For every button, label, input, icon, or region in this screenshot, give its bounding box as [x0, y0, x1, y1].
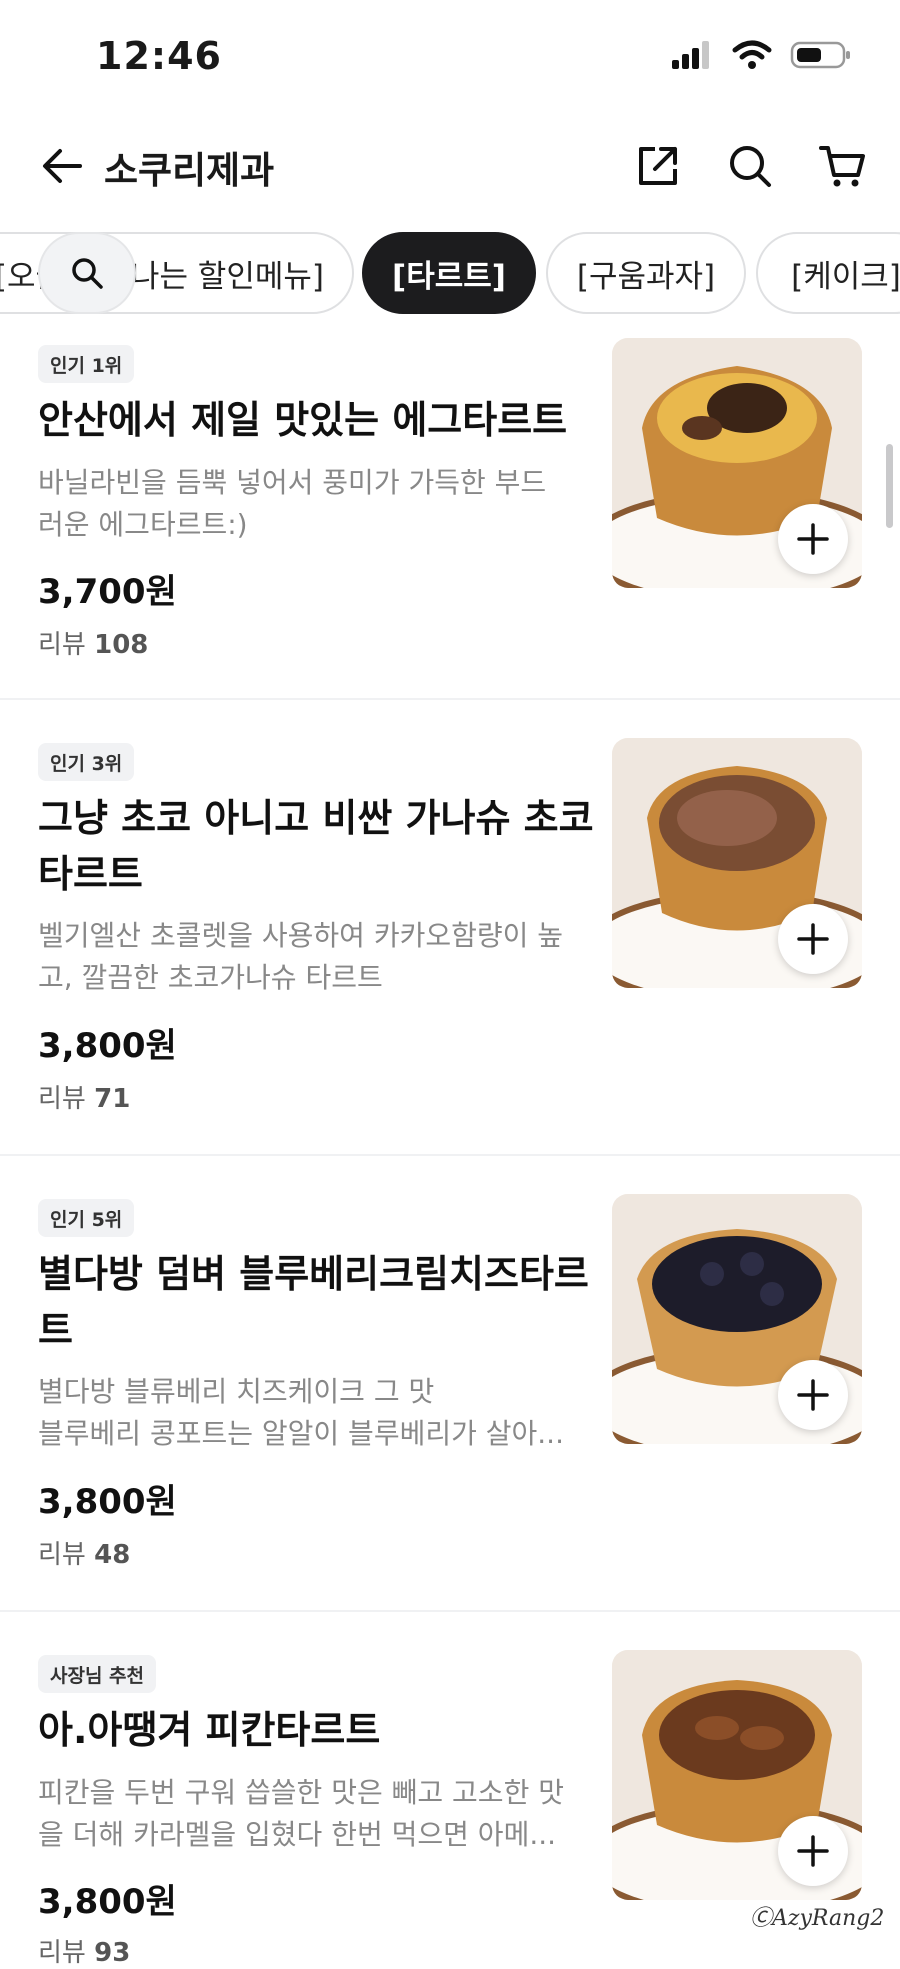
divider [0, 1610, 900, 1612]
app-header: 소쿠리제과 [0, 120, 900, 210]
share-button[interactable] [630, 138, 686, 194]
plus-icon [797, 523, 829, 555]
add-to-cart-button[interactable] [778, 504, 848, 574]
category-search-button[interactable] [38, 232, 136, 314]
egg-tart-image[interactable] [612, 338, 862, 588]
rank-badge: 인기 5위 [38, 1199, 135, 1237]
chip-label: [구움과자] [576, 258, 716, 295]
review-count: 리뷰 93 [38, 1932, 130, 1969]
menu-item-name: 아.아땡겨 피칸타르트 [38, 1708, 381, 1752]
share-icon [639, 147, 677, 185]
divider [0, 1154, 900, 1156]
desc-line: 별다방 블류베리 치즈케이크 그 맛 [38, 1375, 435, 1408]
menu-item-description: 바닐라빈을 듬뿍 넣어서 풍미가 가득한 부드 러운 에그타르트:) [38, 462, 593, 546]
desc-line: 바닐라빈을 듬뿍 넣어서 풍미가 가득한 부드 [38, 466, 547, 499]
review-count: 리뷰 48 [38, 1534, 130, 1571]
menu-item-price: 3,700원 [38, 572, 177, 612]
review-label: 리뷰 [38, 1938, 86, 1968]
back-button[interactable] [34, 138, 90, 194]
review-number: 48 [94, 1540, 131, 1570]
review-label: 리뷰 [38, 1540, 86, 1570]
desc-line: 피칸을 두번 구워 씁쓸한 맛은 빼고 고소한 맛 [38, 1776, 564, 1809]
menu-item-name: 안산에서 제일 맛있는 에그타르트 [38, 398, 568, 442]
divider [0, 698, 900, 700]
cart-icon [819, 146, 865, 187]
battery-icon [790, 41, 850, 69]
page-title: 소쿠리제과 [104, 149, 275, 192]
review-label: 리뷰 [38, 1084, 86, 1114]
arrow-left-icon [43, 149, 82, 183]
menu-item[interactable]: 인기 1위 안산에서 제일 맛있는 에그타르트 바닐라빈을 듬뿍 넣어서 풍미가… [0, 338, 900, 698]
menu-item-price: 3,800원 [38, 1482, 177, 1522]
add-to-cart-button[interactable] [778, 1816, 848, 1886]
menu-item[interactable]: 인기 3위 그냥 초코 아니고 비싼 가나슈 초코 타르트 벨기엘산 초콜렛을 … [0, 738, 900, 1148]
menu-item-price: 3,800원 [38, 1882, 177, 1922]
menu-item-description: 별다방 블류베리 치즈케이크 그 맛 블루베리 콩포트는 알알이 블루베리가 살… [38, 1371, 593, 1455]
status-bar: 12:46 [0, 0, 900, 110]
chip-baked-goods[interactable]: [구움과자] [546, 232, 746, 314]
scrollbar[interactable] [886, 444, 893, 528]
review-number: 71 [94, 1084, 131, 1114]
review-number: 108 [94, 630, 149, 660]
add-to-cart-button[interactable] [778, 1360, 848, 1430]
plus-icon [797, 923, 829, 955]
menu-item[interactable]: 인기 5위 별다방 덤벼 블루베리크림치즈타르트 별다방 블류베리 치즈케이크 … [0, 1194, 900, 1604]
menu-item-name: 별다방 덤벼 블루베리크림치즈타르트 [38, 1252, 589, 1352]
rank-badge: 인기 1위 [38, 345, 135, 383]
review-count: 리뷰 71 [38, 1078, 130, 1115]
recommend-badge: 사장님 추천 [38, 1655, 157, 1693]
search-icon [730, 146, 771, 187]
plus-icon [797, 1379, 829, 1411]
blueberry-tart-image[interactable] [612, 1194, 862, 1444]
cart-button[interactable] [814, 138, 870, 194]
desc-line: 을 더해 카라멜을 입혔다 한번 먹으면 아메... [38, 1818, 557, 1851]
rank-badge: 인기 3위 [38, 743, 135, 781]
chip-cake[interactable]: [케이크] [756, 232, 900, 314]
desc-line: 벨기엘산 초콜렛을 사용하여 카카오함량이 높 [38, 919, 564, 952]
review-count: 리뷰 108 [38, 624, 148, 661]
search-button[interactable] [722, 138, 778, 194]
desc-line: 고, 깔끔한 초코가나슈 타르트 [38, 961, 383, 994]
desc-line: 블루베리 콩포트는 알알이 블루베리가 살아... [38, 1417, 564, 1450]
menu-item-name: 그냥 초코 아니고 비싼 가나슈 초코 타르트 [38, 796, 594, 896]
status-icons [670, 40, 852, 70]
menu-item-price: 3,800원 [38, 1026, 177, 1066]
menu-item-description: 벨기엘산 초콜렛을 사용하여 카카오함량이 높 고, 깔끔한 초코가나슈 타르트 [38, 915, 593, 999]
wifi-icon [732, 40, 772, 69]
chip-tart[interactable]: [타르트] [362, 232, 536, 314]
choco-tart-image[interactable] [612, 738, 862, 988]
desc-line: 러운 에그타르트:) [38, 508, 248, 541]
cellular-signal-icon [672, 41, 709, 69]
search-icon [72, 258, 103, 289]
watermark: ⒸAzyRang2 [750, 1906, 885, 1931]
status-time: 12:46 [96, 34, 222, 78]
review-number: 93 [94, 1938, 131, 1968]
plus-icon [797, 1835, 829, 1867]
pecan-tart-image[interactable] [612, 1650, 862, 1900]
category-chips: [오늘만 만나는 할인메뉴] [타르트] [구움과자] [케이크] [0, 228, 900, 318]
review-label: 리뷰 [38, 630, 86, 660]
chip-label: [케이크] [791, 258, 900, 295]
chip-label: [타르트] [392, 258, 506, 295]
add-to-cart-button[interactable] [778, 904, 848, 974]
menu-item-description: 피칸을 두번 구워 씁쓸한 맛은 빼고 고소한 맛 을 더해 카라멜을 입혔다 … [38, 1772, 593, 1856]
